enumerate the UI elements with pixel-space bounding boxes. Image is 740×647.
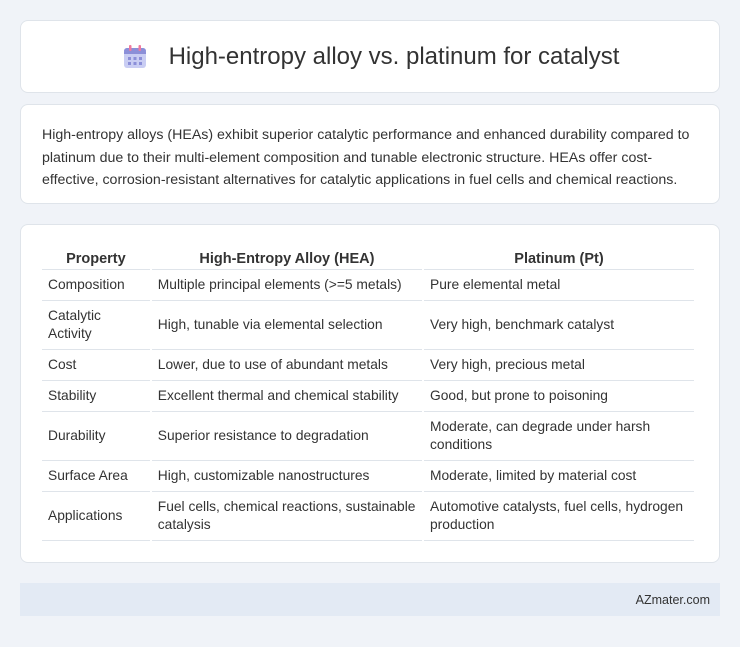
row-property: Applications xyxy=(42,492,150,541)
column-header-property: Property xyxy=(42,244,150,270)
table-row: Composition Multiple principal elements … xyxy=(42,270,694,301)
row-property: Composition xyxy=(42,270,150,301)
intro-card: High-entropy alloys (HEAs) exhibit super… xyxy=(20,104,720,204)
table-row: Durability Superior resistance to degrad… xyxy=(42,412,694,461)
table-row: Stability Excellent thermal and chemical… xyxy=(42,381,694,412)
title-card: High-entropy alloy vs. platinum for cata… xyxy=(20,20,720,93)
column-header-hea: High-Entropy Alloy (HEA) xyxy=(151,244,422,270)
row-platinum-value: Good, but prone to poisoning xyxy=(424,381,694,412)
table-row: Applications Fuel cells, chemical reacti… xyxy=(42,492,694,541)
row-property: Catalytic Activity xyxy=(42,301,150,350)
row-platinum-value: Moderate, can degrade under harsh condit… xyxy=(424,412,694,461)
table-header-row: Property High-Entropy Alloy (HEA) Platin… xyxy=(42,244,694,270)
table-row: Surface Area High, customizable nanostru… xyxy=(42,461,694,492)
footer-brand: AZmater.com xyxy=(635,592,710,607)
row-hea-value: Multiple principal elements (>=5 metals) xyxy=(151,270,422,301)
row-platinum-value: Very high, precious metal xyxy=(424,350,694,381)
row-property: Surface Area xyxy=(42,461,150,492)
row-hea-value: Lower, due to use of abundant metals xyxy=(151,350,422,381)
row-property: Durability xyxy=(42,412,150,461)
row-property: Stability xyxy=(42,381,150,412)
row-platinum-value: Moderate, limited by material cost xyxy=(424,461,694,492)
table-row: Catalytic Activity High, tunable via ele… xyxy=(42,301,694,350)
page-title: High-entropy alloy vs. platinum for cata… xyxy=(168,42,620,70)
row-hea-value: Excellent thermal and chemical stability xyxy=(151,381,422,412)
table-row: Cost Lower, due to use of abundant metal… xyxy=(42,350,694,381)
row-property: Cost xyxy=(42,350,150,381)
row-hea-value: Superior resistance to degradation xyxy=(151,412,422,461)
row-platinum-value: Automotive catalysts, fuel cells, hydrog… xyxy=(424,492,694,541)
row-hea-value: High, tunable via elemental selection xyxy=(151,301,422,350)
row-platinum-value: Very high, benchmark catalyst xyxy=(424,301,694,350)
row-hea-value: Fuel cells, chemical reactions, sustaina… xyxy=(151,492,422,541)
calendar-icon xyxy=(121,43,149,71)
footer-bar: AZmater.com xyxy=(20,583,720,616)
column-header-platinum: Platinum (Pt) xyxy=(424,244,694,270)
intro-paragraph: High-entropy alloys (HEAs) exhibit super… xyxy=(42,127,690,188)
comparison-card: Property High-Entropy Alloy (HEA) Platin… xyxy=(20,224,720,563)
row-hea-value: High, customizable nanostructures xyxy=(151,461,422,492)
comparison-table: Property High-Entropy Alloy (HEA) Platin… xyxy=(40,244,696,541)
row-platinum-value: Pure elemental metal xyxy=(424,270,694,301)
